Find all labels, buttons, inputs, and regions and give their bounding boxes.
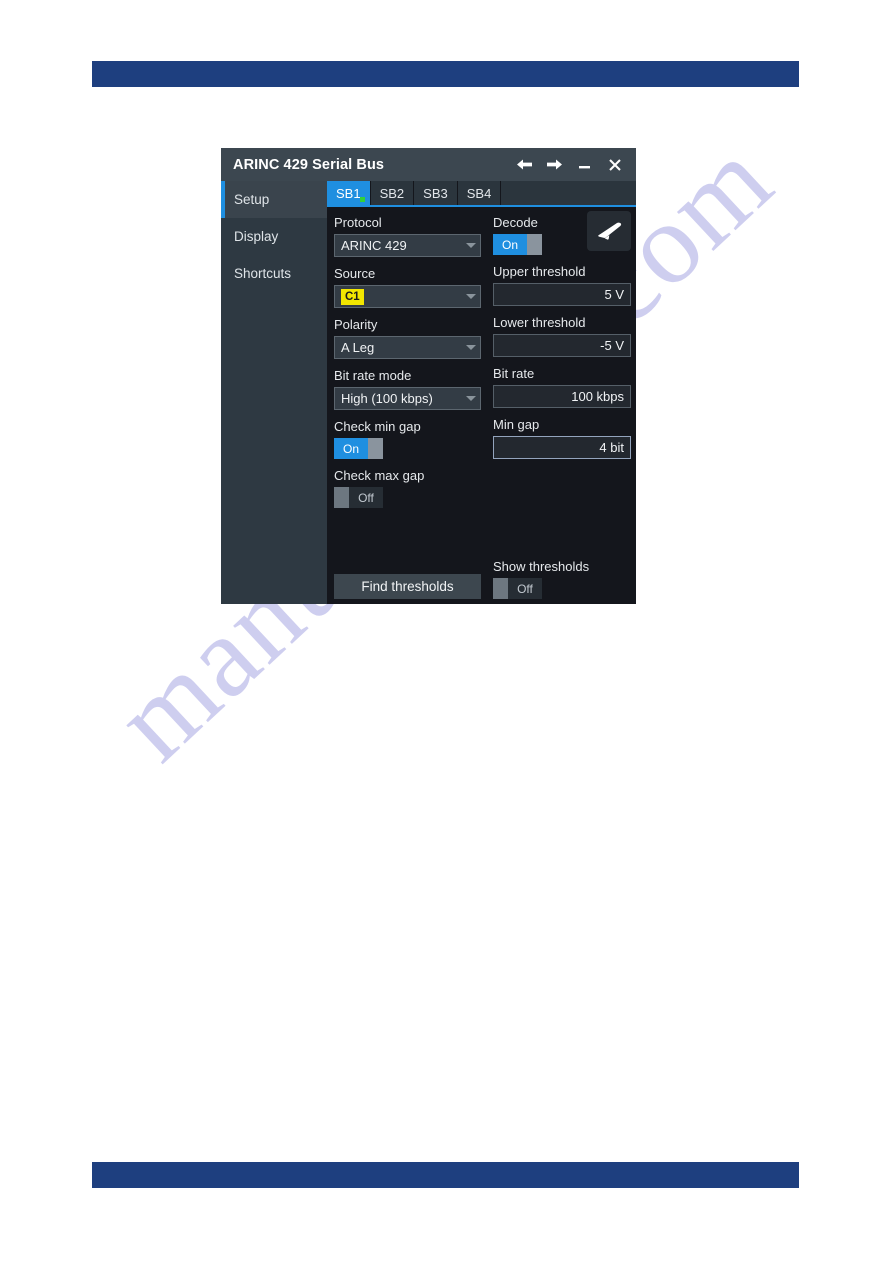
upper-threshold-label: Upper threshold [493, 264, 586, 279]
airplane-icon[interactable] [587, 211, 631, 251]
arinc429-serial-bus-dialog: ARINC 429 Serial Bus Setup Display Short… [221, 148, 636, 604]
sidebar-item-label: Setup [234, 192, 270, 207]
tab-sb1[interactable]: SB1 [327, 181, 371, 205]
document-footer-bar [92, 1162, 799, 1188]
bit-rate-mode-value: High (100 kbps) [341, 391, 433, 406]
protocol-value: ARINC 429 [341, 238, 407, 253]
chevron-down-icon [466, 345, 476, 350]
min-gap-input[interactable]: 4 bit [493, 436, 631, 459]
source-field: Source C1 [334, 266, 481, 308]
min-gap-field: Min gap 4 bit [493, 417, 631, 459]
check-min-gap-label: Check min gap [334, 419, 421, 434]
source-select[interactable]: C1 [334, 285, 481, 308]
channel-badge: C1 [341, 288, 364, 305]
right-column-spacer [493, 468, 631, 559]
check-max-gap-label: Check max gap [334, 468, 425, 483]
protocol-field: Protocol ARINC 429 [334, 215, 481, 257]
toggle-state-label: Off [358, 490, 374, 505]
back-icon[interactable] [512, 152, 537, 177]
sidebar-item-label: Shortcuts [234, 266, 292, 281]
find-thresholds-button[interactable]: Find thresholds [334, 574, 481, 599]
sidebar-item-setup[interactable]: Setup [221, 181, 327, 218]
document-header-bar [92, 61, 799, 87]
chevron-down-icon [466, 243, 476, 248]
dialog-body: Setup Display Shortcuts SB1 SB2 SB3 SB4 … [221, 181, 636, 604]
check-min-gap-field: Check min gap On [334, 419, 481, 459]
bit-rate-label: Bit rate [493, 366, 535, 381]
tab-sb3[interactable]: SB3 [414, 181, 458, 205]
protocol-select[interactable]: ARINC 429 [334, 234, 481, 257]
toggle-state-label: On [342, 441, 359, 456]
min-gap-value: 4 bit [599, 440, 624, 455]
chevron-down-icon [466, 294, 476, 299]
tab-sb4[interactable]: SB4 [458, 181, 502, 205]
toggle-knob [334, 487, 349, 508]
tab-label: SB3 [423, 185, 448, 201]
bit-rate-input[interactable]: 100 kbps [493, 385, 631, 408]
sidebar-item-label: Display [234, 229, 279, 244]
setup-form: Protocol ARINC 429 Source C1 Polarity A … [327, 207, 636, 604]
sidebar-item-display[interactable]: Display [221, 218, 327, 255]
form-right-column: Decode On Upper threshold 5 V Lower thre… [487, 215, 636, 604]
upper-threshold-input[interactable]: 5 V [493, 283, 631, 306]
toggle-knob [527, 234, 542, 255]
dialog-titlebar: ARINC 429 Serial Bus [221, 148, 636, 181]
bit-rate-field: Bit rate 100 kbps [493, 366, 631, 408]
show-thresholds-field: Show thresholds Off [493, 559, 631, 599]
lower-threshold-input[interactable]: -5 V [493, 334, 631, 357]
polarity-label: Polarity [334, 317, 378, 332]
polarity-select[interactable]: A Leg [334, 336, 481, 359]
left-column-spacer [334, 517, 481, 574]
upper-threshold-field: Upper threshold 5 V [493, 264, 631, 306]
lower-threshold-field: Lower threshold -5 V [493, 315, 631, 357]
toggle-state-label: Off [517, 581, 533, 596]
decode-toggle[interactable]: On [493, 234, 542, 255]
show-thresholds-label: Show thresholds [493, 559, 590, 574]
left-column-bottom-pad [334, 599, 481, 604]
bit-rate-mode-label: Bit rate mode [334, 368, 412, 383]
upper-threshold-value: 5 V [604, 287, 624, 302]
source-label: Source [334, 266, 376, 281]
sidebar-item-shortcuts[interactable]: Shortcuts [221, 255, 327, 292]
tab-status-indicator-icon [359, 197, 365, 202]
serial-bus-tabstrip: SB1 SB2 SB3 SB4 [327, 181, 636, 207]
toggle-state-label: On [501, 237, 518, 252]
dialog-content: SB1 SB2 SB3 SB4 Protocol ARINC 429 Sourc… [327, 181, 636, 604]
lower-threshold-label: Lower threshold [493, 315, 586, 330]
dialog-sidebar: Setup Display Shortcuts [221, 181, 327, 604]
tab-label: SB2 [379, 185, 405, 201]
window-button-group [512, 152, 627, 177]
toggle-knob [493, 578, 508, 599]
show-thresholds-toggle[interactable]: Off [493, 578, 542, 599]
forward-icon[interactable] [542, 152, 567, 177]
form-left-column: Protocol ARINC 429 Source C1 Polarity A … [327, 215, 487, 604]
bit-rate-mode-select[interactable]: High (100 kbps) [334, 387, 481, 410]
close-icon[interactable] [602, 152, 627, 177]
chevron-down-icon [466, 396, 476, 401]
dialog-title: ARINC 429 Serial Bus [233, 156, 385, 173]
minimize-icon[interactable] [572, 152, 597, 177]
tab-label: SB4 [466, 185, 492, 201]
toggle-knob [368, 438, 383, 459]
tab-label: SB1 [336, 185, 361, 201]
bit-rate-value: 100 kbps [571, 389, 624, 404]
check-min-gap-toggle[interactable]: On [334, 438, 383, 459]
lower-threshold-value: -5 V [600, 338, 624, 353]
polarity-value: A Leg [341, 340, 375, 355]
check-max-gap-toggle[interactable]: Off [334, 487, 383, 508]
polarity-field: Polarity A Leg [334, 317, 481, 359]
bit-rate-mode-field: Bit rate mode High (100 kbps) [334, 368, 481, 410]
check-max-gap-field: Check max gap Off [334, 468, 481, 508]
tab-sb2[interactable]: SB2 [371, 181, 415, 205]
protocol-label: Protocol [334, 215, 382, 230]
min-gap-label: Min gap [493, 417, 540, 432]
